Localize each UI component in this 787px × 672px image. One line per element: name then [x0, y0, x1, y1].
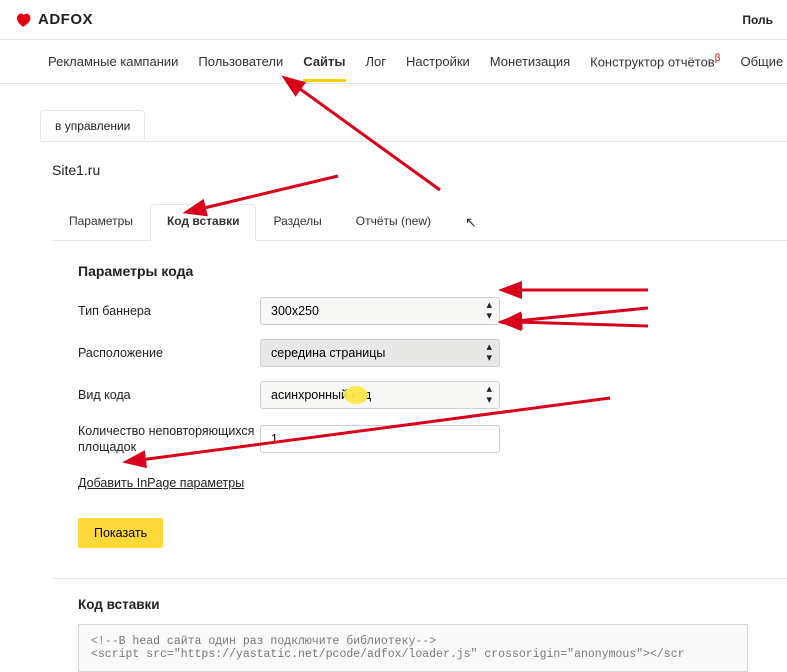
nav-log[interactable]: Лог	[366, 42, 387, 81]
nav-common-reports[interactable]: Общие отчёты	[740, 42, 787, 81]
output-heading: Код вставки	[78, 597, 787, 612]
tab-params[interactable]: Параметры	[52, 204, 150, 240]
panel-heading: Параметры кода	[78, 263, 787, 279]
beta-badge: β	[715, 53, 721, 64]
label-slot-count: Количество неповторяющихся площадок	[78, 423, 260, 456]
code-output[interactable]: <!--В head сайта один раз подключите биб…	[78, 624, 748, 672]
brand-logo[interactable]: ADFOX	[14, 11, 93, 29]
nav-report-builder-label: Конструктор отчётов	[590, 55, 715, 70]
show-button[interactable]: Показать	[78, 518, 163, 548]
site-name: Site1.ru	[52, 162, 787, 178]
link-add-inpage[interactable]: Добавить InPage параметры	[78, 476, 244, 490]
nav-campaigns[interactable]: Рекламные кампании	[48, 42, 178, 81]
nav-settings[interactable]: Настройки	[406, 42, 470, 81]
subtab-managed[interactable]: в управлении	[40, 110, 145, 141]
label-placement: Расположение	[78, 346, 260, 360]
tab-embed-code[interactable]: Код вставки	[150, 204, 257, 240]
tab-reports-new[interactable]: Отчёты (new)	[339, 204, 448, 240]
select-banner-type[interactable]: 300x250	[260, 297, 500, 325]
main-nav: Рекламные кампании Пользователи Сайты Ло…	[0, 40, 787, 84]
tab-sections[interactable]: Разделы	[256, 204, 338, 240]
select-placement[interactable]: середина страницы	[260, 339, 500, 367]
label-code-kind: Вид кода	[78, 388, 260, 402]
nav-sites[interactable]: Сайты	[303, 42, 345, 81]
brand-name: ADFOX	[38, 11, 93, 28]
nav-report-builder[interactable]: Конструктор отчётовβ	[590, 41, 720, 81]
detach-icon[interactable]: ↖	[448, 204, 494, 240]
user-menu[interactable]: Поль	[742, 13, 773, 27]
select-code-kind[interactable]: асинхронный код	[260, 381, 500, 409]
nav-monetization[interactable]: Монетизация	[490, 42, 570, 81]
input-slot-count[interactable]	[260, 425, 500, 453]
label-banner-type: Тип баннера	[78, 304, 260, 318]
adfox-logo-icon	[14, 11, 32, 29]
nav-users[interactable]: Пользователи	[198, 42, 283, 81]
